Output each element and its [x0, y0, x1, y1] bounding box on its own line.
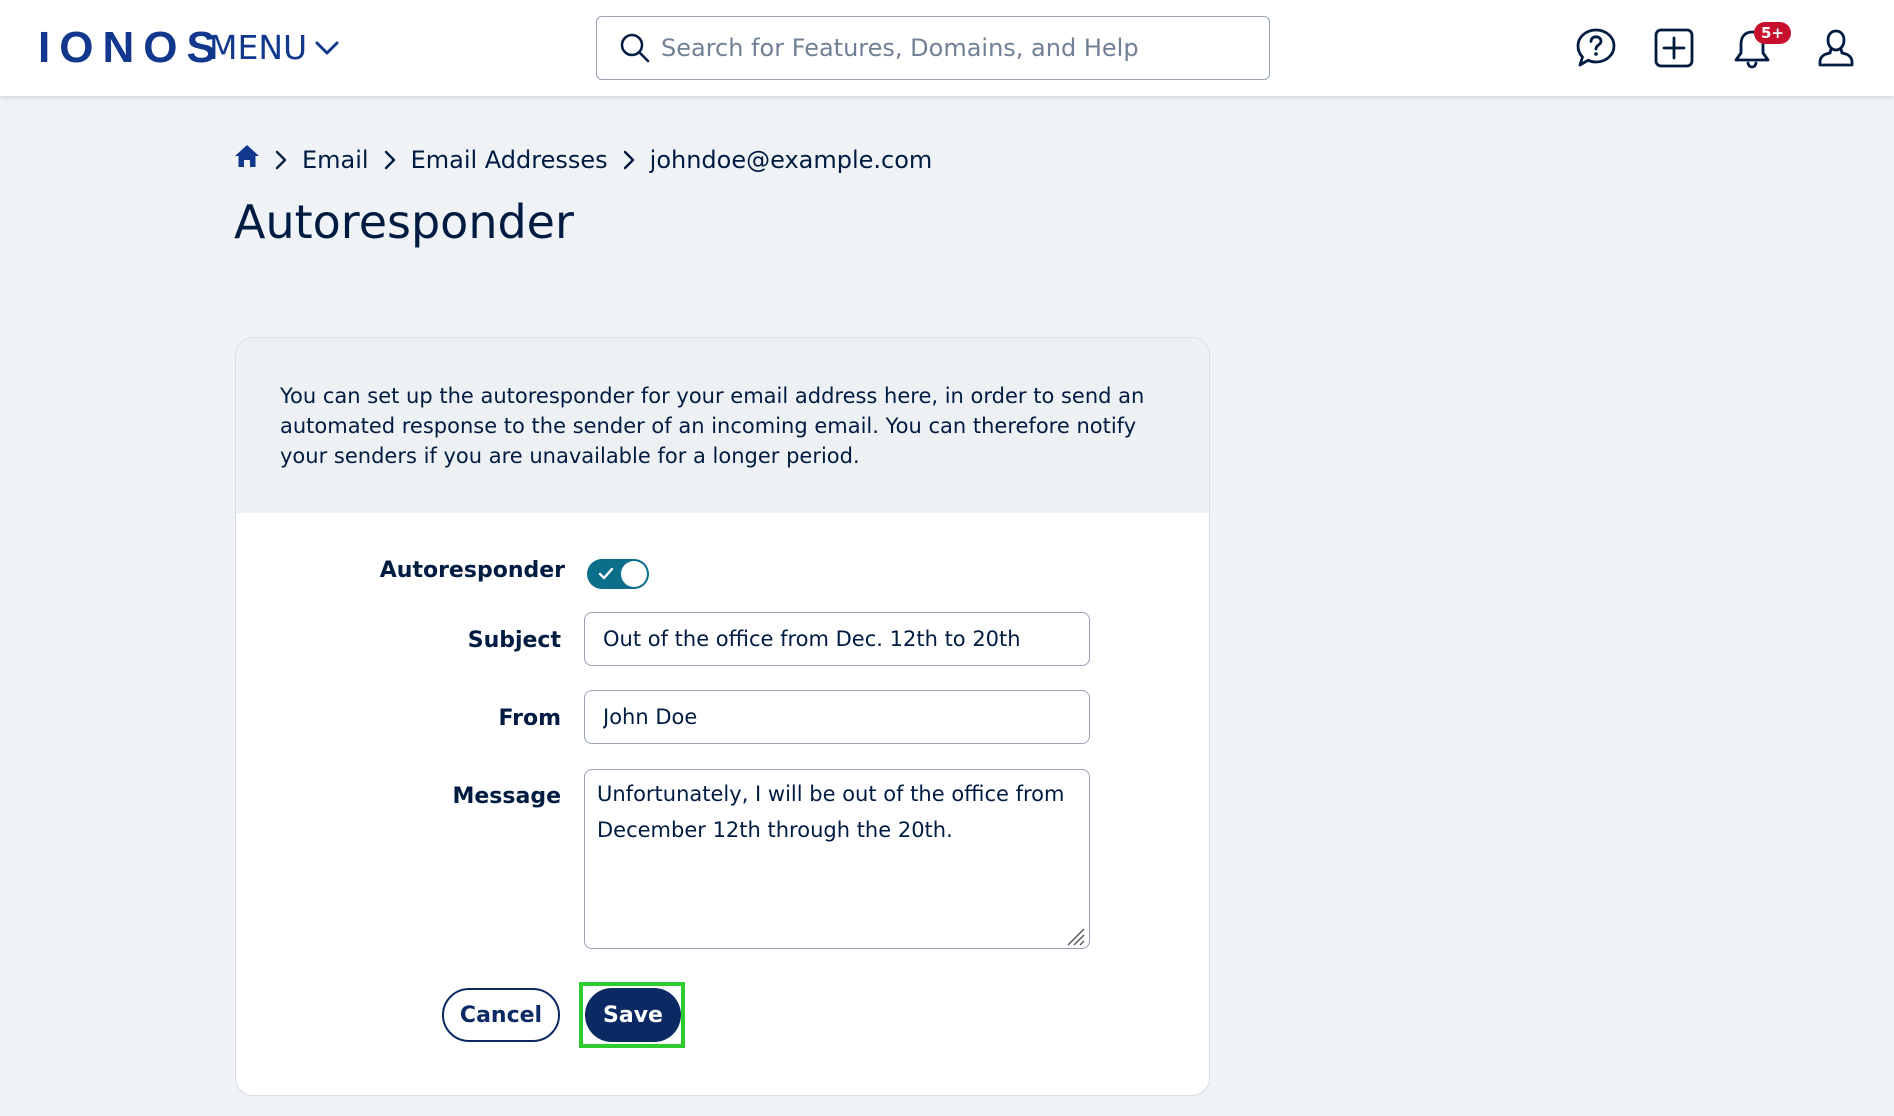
- subject-label: Subject: [467, 628, 561, 653]
- account-button[interactable]: [1812, 24, 1860, 72]
- ionos-logo[interactable]: IONOS: [38, 26, 225, 70]
- message-textarea[interactable]: Unfortunately, I will be out of the offi…: [584, 769, 1090, 949]
- chevron-right-icon: [383, 149, 397, 171]
- breadcrumb-current: johndoe@example.com: [649, 146, 933, 174]
- menu-label: MENU: [209, 28, 308, 67]
- search-input[interactable]: [661, 34, 1251, 62]
- breadcrumb-email[interactable]: Email: [302, 144, 369, 176]
- menu-button[interactable]: MENU: [209, 28, 341, 68]
- toggle-knob: [621, 561, 647, 587]
- autoresponder-label: Autoresponder: [379, 558, 565, 583]
- top-navigation-bar: IONOS MENU 5+: [0, 0, 1894, 96]
- add-button[interactable]: [1650, 24, 1698, 72]
- breadcrumb: Email Email Addresses johndoe@example.co…: [234, 144, 932, 176]
- from-input[interactable]: [584, 690, 1090, 744]
- check-icon: [598, 567, 614, 580]
- autoresponder-card: You can set up the autoresponder for you…: [235, 337, 1210, 1096]
- message-label: Message: [452, 784, 561, 809]
- page-title: Autoresponder: [234, 195, 574, 249]
- save-button[interactable]: Save: [585, 988, 681, 1042]
- breadcrumb-email-addresses[interactable]: Email Addresses: [411, 144, 608, 176]
- chevron-down-icon: [315, 41, 339, 55]
- home-icon: [235, 145, 259, 167]
- from-label: From: [498, 706, 561, 731]
- chevron-right-icon: [622, 149, 636, 171]
- search-box: [596, 16, 1270, 80]
- intro-text: You can set up the autoresponder for you…: [236, 338, 1209, 513]
- autoresponder-toggle[interactable]: [587, 559, 649, 589]
- subject-input[interactable]: [584, 612, 1090, 666]
- help-button[interactable]: [1572, 24, 1620, 72]
- resize-handle-icon[interactable]: [1064, 925, 1086, 947]
- breadcrumb-home[interactable]: [234, 144, 260, 176]
- add-icon: [1654, 28, 1694, 68]
- notification-badge: 5+: [1754, 22, 1792, 44]
- help-icon: [1576, 28, 1616, 67]
- user-icon: [1818, 29, 1854, 67]
- cancel-button[interactable]: Cancel: [442, 988, 560, 1042]
- search-icon: [620, 33, 650, 63]
- chevron-right-icon: [274, 149, 288, 171]
